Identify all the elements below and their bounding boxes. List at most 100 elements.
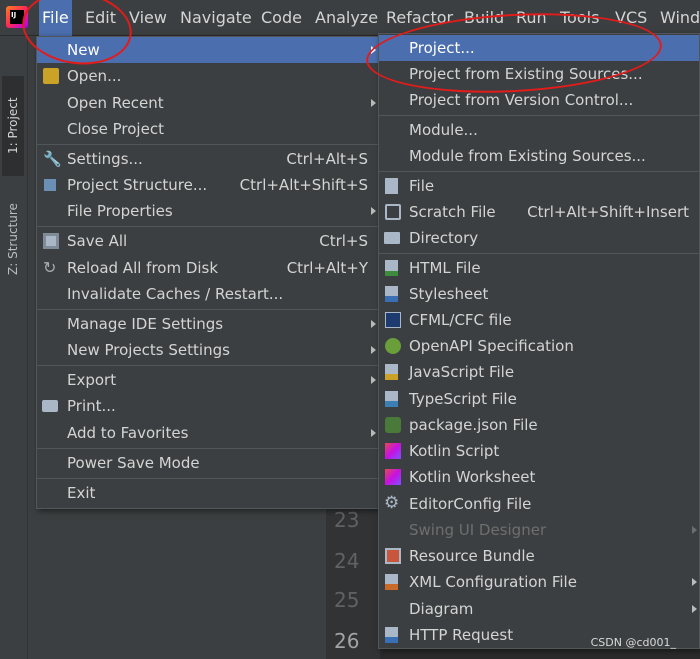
menu-separator [37, 365, 378, 366]
menu-item-label: Manage IDE Settings [67, 315, 224, 333]
menu-item-kotlin-worksheet[interactable]: Kotlin Worksheet [379, 464, 699, 490]
menu-item-label: Exit [67, 484, 96, 502]
menu-item-xml-config[interactable]: XML Configuration File [379, 569, 699, 595]
submenu-arrow-icon [692, 605, 697, 613]
menu-item-directory[interactable]: Directory [379, 225, 699, 251]
menu-item-swing-ui-designer: Swing UI Designer [379, 517, 699, 543]
watermark: CSDN @cd001_ [590, 636, 676, 649]
menu-item-new-projects-settings[interactable]: New Projects Settings [37, 337, 378, 363]
openapi-icon [385, 338, 401, 354]
menu-item-label: Power Save Mode [67, 454, 200, 472]
scratch-file-icon [385, 204, 401, 220]
menu-item-package-json[interactable]: package.json File [379, 412, 699, 438]
menu-item-kotlin-script[interactable]: Kotlin Script [379, 438, 699, 464]
submenu-arrow-icon [371, 207, 376, 215]
menu-item-open[interactable]: Open... [37, 63, 378, 89]
menu-item-add-to-favorites[interactable]: Add to Favorites [37, 420, 378, 446]
menu-item-shortcut: Ctrl+Alt+Y [286, 259, 368, 277]
menu-item-shortcut: Ctrl+Alt+S [286, 150, 368, 168]
menu-code[interactable]: Code [258, 0, 305, 36]
tab-project[interactable]: 1: Project [2, 76, 24, 176]
menu-item-label: OpenAPI Specification [409, 337, 574, 355]
menu-item-print[interactable]: Print... [37, 393, 378, 419]
submenu-arrow-icon [371, 376, 376, 384]
tool-window-strip: 1: Project Z: Structure [0, 36, 28, 659]
menu-item-label: XML Configuration File [409, 573, 577, 591]
submenu-arrow-icon [371, 346, 376, 354]
menu-item-editorconfig[interactable]: ⚙ EditorConfig File [379, 491, 699, 517]
menu-item-label: Module... [409, 121, 478, 139]
kotlin-icon [385, 469, 401, 485]
typescript-file-icon [385, 391, 398, 407]
menu-item-scratch-file[interactable]: Scratch File Ctrl+Alt+Shift+Insert [379, 199, 699, 225]
menu-item-power-save-mode[interactable]: Power Save Mode [37, 450, 378, 476]
menu-separator [37, 309, 378, 310]
file-icon [385, 178, 398, 194]
menu-separator [379, 171, 699, 172]
menu-item-typescript-file[interactable]: TypeScript File [379, 386, 699, 412]
menu-item-label: TypeScript File [409, 390, 517, 408]
menu-item-label: Close Project [67, 120, 164, 138]
menu-item-javascript-file[interactable]: JavaScript File [379, 359, 699, 385]
menu-item-label: Print... [67, 397, 116, 415]
cfml-icon [385, 312, 401, 328]
menu-navigate[interactable]: Navigate [177, 0, 255, 36]
menu-item-shortcut: Ctrl+Alt+Shift+Insert [527, 203, 689, 221]
menu-item-label: CFML/CFC file [409, 311, 512, 329]
menu-item-html-file[interactable]: HTML File [379, 255, 699, 281]
menu-view[interactable]: View [126, 0, 170, 36]
menu-item-label: File Properties [67, 202, 173, 220]
menu-item-file[interactable]: File [379, 173, 699, 199]
menu-item-invalidate-caches[interactable]: Invalidate Caches / Restart... [37, 281, 378, 307]
menu-item-reload[interactable]: ↻ Reload All from Disk Ctrl+Alt+Y [37, 255, 378, 281]
menu-item-manage-ide-settings[interactable]: Manage IDE Settings [37, 311, 378, 337]
menu-item-label: Resource Bundle [409, 547, 535, 565]
menu-item-module[interactable]: Module... [379, 117, 699, 143]
kotlin-icon [385, 443, 401, 459]
menu-item-cfml[interactable]: CFML/CFC file [379, 307, 699, 333]
tab-structure[interactable]: Z: Structure [2, 184, 24, 294]
menu-item-label: Kotlin Worksheet [409, 468, 536, 486]
menu-window[interactable]: Window [657, 0, 700, 36]
menu-item-stylesheet[interactable]: Stylesheet [379, 281, 699, 307]
gear-icon: ⚙ [384, 493, 400, 513]
menu-item-label: Open Recent [67, 94, 164, 112]
menu-separator [37, 448, 378, 449]
menu-item-resource-bundle[interactable]: Resource Bundle [379, 543, 699, 569]
line-number: 25 [334, 588, 360, 612]
menu-item-close-project[interactable]: Close Project [37, 116, 378, 142]
menu-item-label: Add to Favorites [67, 424, 189, 442]
menu-item-openapi[interactable]: OpenAPI Specification [379, 333, 699, 359]
menu-item-label: JavaScript File [409, 363, 515, 381]
menu-item-label: Kotlin Script [409, 442, 500, 460]
submenu-arrow-icon [371, 429, 376, 437]
menu-item-open-recent[interactable]: Open Recent [37, 90, 378, 116]
nodejs-icon [385, 417, 401, 433]
printer-icon [42, 400, 58, 412]
folder-icon [43, 68, 59, 84]
menu-separator [379, 115, 699, 116]
project-structure-icon [42, 177, 58, 193]
menu-item-exit[interactable]: Exit [37, 480, 378, 506]
menu-item-settings[interactable]: 🔧 Settings... Ctrl+Alt+S [37, 146, 378, 172]
menu-item-export[interactable]: Export [37, 367, 378, 393]
menu-item-shortcut: Ctrl+Alt+Shift+S [239, 176, 368, 194]
menu-item-project-vcs[interactable]: Project from Version Control... [379, 87, 699, 113]
menu-analyze[interactable]: Analyze [312, 0, 381, 36]
menu-item-label: Stylesheet [409, 285, 489, 303]
menu-item-file-properties[interactable]: File Properties [37, 198, 378, 224]
menu-item-shortcut: Ctrl+S [319, 232, 368, 250]
menu-item-label: Reload All from Disk [67, 259, 219, 277]
folder-icon [384, 232, 400, 244]
menu-separator [379, 253, 699, 254]
menu-item-project-structure[interactable]: Project Structure... Ctrl+Alt+Shift+S [37, 172, 378, 198]
menu-item-save-all[interactable]: Save All Ctrl+S [37, 228, 378, 254]
menu-item-label: HTML File [409, 259, 481, 277]
submenu-arrow-icon [371, 99, 376, 107]
menu-item-label: Scratch File [409, 203, 496, 221]
menu-item-diagram[interactable]: Diagram [379, 596, 699, 622]
menu-item-label: HTTP Request [409, 626, 514, 644]
html-file-icon [385, 260, 398, 276]
css-file-icon [385, 286, 398, 302]
menu-item-module-existing-sources[interactable]: Module from Existing Sources... [379, 143, 699, 169]
